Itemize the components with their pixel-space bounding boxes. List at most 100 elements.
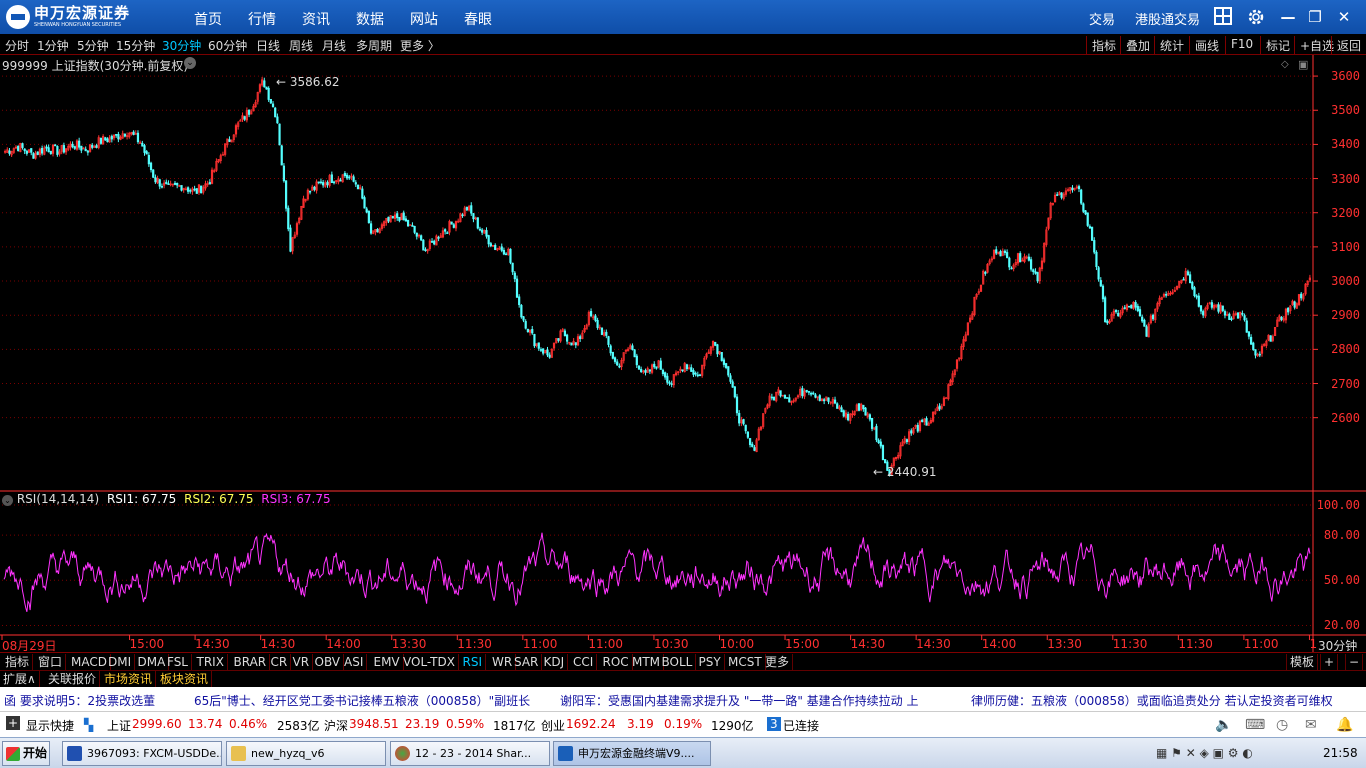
indicator-rsi-button[interactable]: RSI	[460, 654, 486, 670]
task-label: new_hyzq_v6	[251, 747, 325, 760]
candle-body	[779, 390, 782, 397]
indicator-cr-button[interactable]: CR	[268, 654, 292, 670]
nav-website[interactable]: 网站	[410, 9, 438, 29]
add-pane-button[interactable]: +	[1320, 654, 1339, 670]
task-folder[interactable]: new_hyzq_v6	[226, 741, 386, 766]
candle-body	[661, 369, 665, 375]
period-15min[interactable]: 15分钟	[116, 37, 155, 54]
nav-news[interactable]: 资讯	[302, 9, 330, 29]
keyboard-icon[interactable]: ⌨	[1245, 717, 1265, 733]
period-tick[interactable]: 分时	[5, 37, 29, 54]
ticker-item[interactable]: 谢阳军：受惠国内基建需求提升及 "一带一路" 基建合作持续拉动 上	[560, 692, 919, 709]
tab-sector-news[interactable]: 板块资讯	[157, 671, 213, 687]
period-30min[interactable]: 30分钟	[162, 37, 201, 54]
nav-home[interactable]: 首页	[194, 9, 222, 29]
candle-body	[1034, 271, 1037, 274]
tool-indicator[interactable]: 指标	[1086, 36, 1121, 54]
indicator-sar-button[interactable]: SAR	[511, 654, 543, 670]
candle-body	[1086, 212, 1089, 226]
remove-pane-button[interactable]: −	[1345, 654, 1364, 670]
period-month[interactable]: 月线	[322, 37, 346, 54]
period-1min[interactable]: 1分钟	[37, 37, 69, 54]
kline-chart[interactable]	[0, 55, 1366, 652]
candle-body	[62, 145, 66, 153]
minimize-icon[interactable]: —	[1278, 7, 1298, 27]
indicator--button[interactable]: 窗口	[35, 654, 67, 670]
indicator-boll-button[interactable]: BOLL	[659, 654, 697, 670]
indicator-psy-button[interactable]: PSY	[696, 654, 725, 670]
period-more[interactable]: 更多 〉	[400, 37, 440, 54]
indicator-kdj-button[interactable]: KDJ	[541, 654, 569, 670]
show-shortcut[interactable]: 显示快捷	[26, 717, 74, 734]
tab-expand[interactable]: 扩展∧	[0, 671, 40, 687]
candle-body	[21, 143, 24, 148]
layout-grid-icon[interactable]	[1213, 7, 1233, 27]
ticker-item[interactable]: 律师历健：五粮液（000858）或面临追责处分 若认定投资者可维权	[971, 692, 1333, 709]
diamond-icon[interactable]: ◇	[1281, 59, 1289, 70]
tool-stats[interactable]: 统计	[1154, 36, 1189, 54]
nav-spring[interactable]: 春眼	[464, 9, 492, 29]
indicator-mcst-button[interactable]: MCST	[725, 654, 766, 670]
ticker-item[interactable]: 65后"博士、经开区党工委书记接棒五粮液（000858）"副班长	[194, 692, 530, 709]
chart-title: 999999 上证指数(30分钟.前复权)	[2, 59, 189, 73]
indicator-asi-button[interactable]: ASI	[341, 654, 368, 670]
period-day[interactable]: 日线	[256, 37, 280, 54]
period-week[interactable]: 周线	[289, 37, 313, 54]
tray-icons[interactable]: ▦ ⚑ ✕ ◈ ▣ ⚙ ◐	[1156, 746, 1253, 760]
indicator-brar-button[interactable]: BRAR	[231, 654, 271, 670]
settings-gear-icon[interactable]	[1246, 7, 1266, 27]
connection-status: 已连接	[783, 719, 820, 733]
nav-hk-connect[interactable]: 港股通交易	[1135, 9, 1200, 28]
indicator-voltdx-button[interactable]: VOL-TDX	[400, 654, 459, 670]
candle-body	[1088, 226, 1091, 229]
indicator-emv-button[interactable]: EMV	[371, 654, 404, 670]
candle-body	[30, 148, 33, 153]
period-multi[interactable]: 多周期	[356, 37, 392, 54]
candle-body	[698, 374, 702, 377]
task-browser[interactable]: 12 - 23 - 2014 Shar...	[390, 741, 550, 766]
period-60min[interactable]: 60分钟	[208, 37, 247, 54]
start-button[interactable]: 开始	[2, 741, 50, 766]
chart-title-dropdown-icon[interactable]: ⌄	[184, 57, 196, 69]
plus-icon[interactable]: +	[6, 716, 20, 730]
indicator--button[interactable]: 指标	[2, 654, 34, 670]
tool-back[interactable]: 返回	[1331, 36, 1366, 54]
mail-icon[interactable]: ✉	[1305, 717, 1317, 733]
ticker-item[interactable]: 函 要求说明5：2投票改选董	[4, 692, 155, 709]
indicator-vr-button[interactable]: VR	[290, 654, 314, 670]
task-terminal[interactable]: 申万宏源金融终端V9....	[553, 741, 711, 766]
tab-market-news[interactable]: 市场资讯	[101, 671, 157, 687]
chart-panel[interactable]: 999999 上证指数(30分钟.前复权) ⌄ ◇ ▣ ← 3586.62 ← …	[0, 55, 1366, 654]
indicator-cci-button[interactable]: CCI	[570, 654, 598, 670]
tab-related-quotes[interactable]: 关联报价	[45, 671, 101, 687]
period-5min[interactable]: 5分钟	[77, 37, 109, 54]
nav-data[interactable]: 数据	[356, 9, 384, 29]
indicator-obv-button[interactable]: OBV	[312, 654, 345, 670]
time-tick-label: 10:30	[653, 637, 689, 651]
indicator-trix-button[interactable]: TRIX	[194, 654, 228, 670]
nav-quotes[interactable]: 行情	[248, 9, 276, 29]
nav-trade[interactable]: 交易	[1089, 9, 1115, 28]
tool-mark[interactable]: 标记	[1260, 36, 1295, 54]
tool-f10[interactable]: F10	[1225, 36, 1258, 54]
indicator--button[interactable]: 更多	[762, 654, 794, 670]
rsi-dropdown-icon[interactable]: ⌄	[2, 495, 13, 506]
time-tick-label: 11:00	[522, 637, 558, 651]
app-header: 申万宏源证券 SHENWAN HONGYUAN SECURITIES 首页 行情 …	[0, 0, 1366, 34]
tool-draw[interactable]: 画线	[1189, 36, 1224, 54]
indicator-dmi-button[interactable]: DMI	[105, 654, 136, 670]
candle-body	[1134, 302, 1137, 308]
indicator-roc-button[interactable]: ROC	[600, 654, 633, 670]
candle-body	[644, 369, 647, 373]
panel-toggle-icon[interactable]: ▣	[1298, 58, 1308, 71]
indicator-fsl-button[interactable]: FSL	[164, 654, 192, 670]
clock-icon[interactable]: ◷	[1276, 717, 1288, 733]
bell-icon[interactable]: 🔔	[1336, 717, 1353, 733]
close-icon[interactable]: ✕	[1334, 7, 1354, 27]
task-fxcm[interactable]: 3967093: FXCM-USDDe...	[62, 741, 222, 766]
tool-overlay[interactable]: 叠加	[1120, 36, 1155, 54]
template-button[interactable]: 模板	[1286, 654, 1319, 670]
candle-body	[345, 174, 349, 179]
volume-icon[interactable]: 🔈	[1215, 717, 1232, 733]
restore-window-icon[interactable]: ❐	[1305, 7, 1325, 27]
